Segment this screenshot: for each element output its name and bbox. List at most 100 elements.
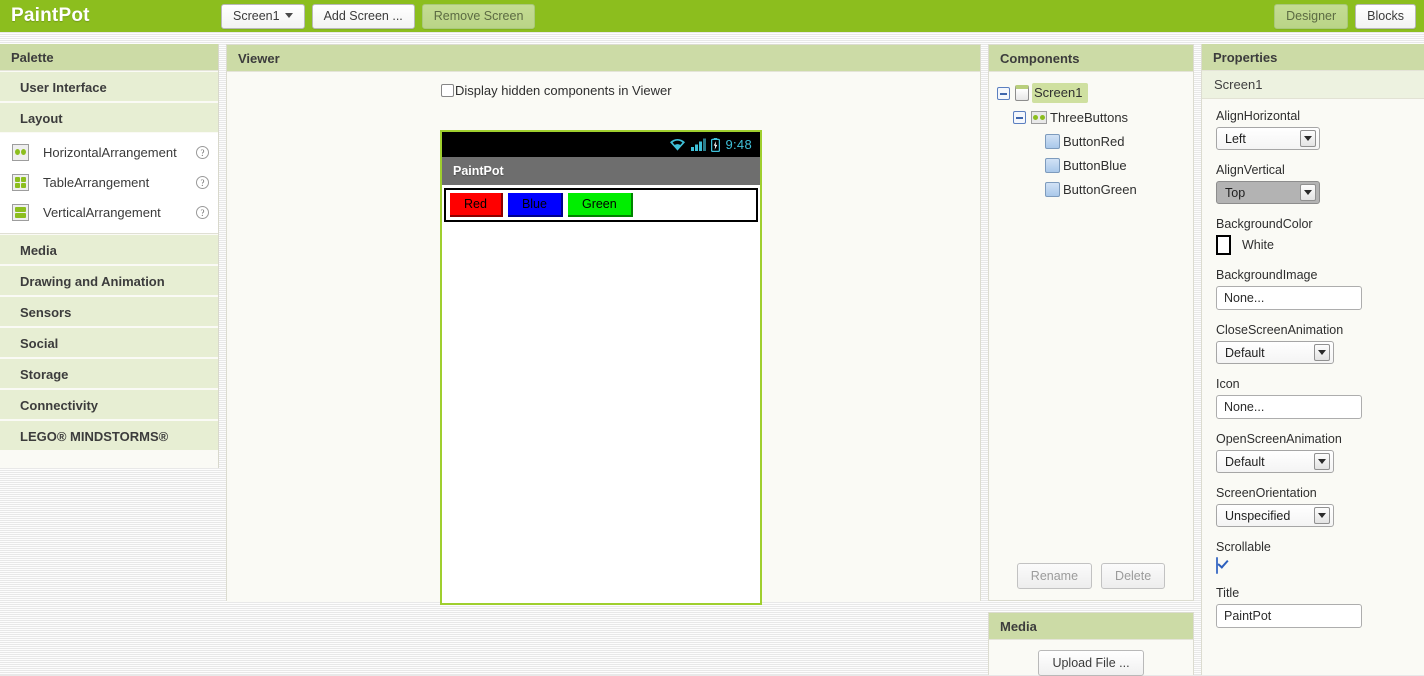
tree-node-label[interactable]: ThreeButtons bbox=[1050, 110, 1128, 125]
property-label: CloseScreenAnimation bbox=[1216, 323, 1344, 337]
mock-button-blue[interactable]: Blue bbox=[507, 193, 563, 217]
property-icon: Icon None... bbox=[1216, 377, 1410, 419]
property-label: BackgroundImage bbox=[1216, 268, 1318, 282]
horizontal-arrangement-icon bbox=[12, 143, 29, 161]
palette-item-label: TableArrangement bbox=[43, 174, 150, 190]
mock-button-red[interactable]: Red bbox=[450, 193, 503, 217]
property-alignvertical: AlignVertical Top bbox=[1216, 163, 1410, 204]
backgroundcolor-picker[interactable]: White bbox=[1216, 235, 1410, 255]
phone-status-time: 9:48 bbox=[725, 137, 752, 152]
property-label: BackgroundColor bbox=[1216, 217, 1313, 231]
button-icon bbox=[1045, 157, 1060, 173]
property-label: AlignVertical bbox=[1216, 163, 1285, 177]
collapse-icon[interactable] bbox=[997, 86, 1010, 100]
property-scrollable: Scrollable bbox=[1216, 540, 1410, 574]
palette-category-social[interactable]: Social bbox=[0, 327, 218, 358]
alignhorizontal-value: Left bbox=[1225, 131, 1246, 146]
palette-category-media[interactable]: Media bbox=[0, 234, 218, 265]
property-label: AlignHorizontal bbox=[1216, 109, 1301, 123]
tree-node-buttongreen[interactable]: ButtonGreen bbox=[997, 177, 1193, 201]
palette-category-storage[interactable]: Storage bbox=[0, 358, 218, 389]
palette-item-verticalarrangement[interactable]: VerticalArrangement ? bbox=[0, 197, 218, 227]
chevron-down-icon bbox=[1314, 453, 1330, 470]
property-title: Title PaintPot bbox=[1216, 586, 1410, 628]
alignvertical-select[interactable]: Top bbox=[1216, 181, 1320, 204]
phone-preview: 9:48 PaintPot Red Blue Green bbox=[440, 130, 762, 605]
chevron-down-icon bbox=[284, 12, 293, 18]
scrollable-checkbox[interactable] bbox=[1216, 557, 1218, 574]
wifi-icon bbox=[670, 139, 686, 151]
screen-selector-dropdown[interactable]: Screen1 bbox=[221, 3, 305, 29]
property-label: ScreenOrientation bbox=[1216, 486, 1317, 500]
palette-category-connectivity[interactable]: Connectivity bbox=[0, 389, 218, 420]
chevron-down-icon bbox=[1314, 344, 1330, 361]
app-title: PaintPot bbox=[11, 5, 90, 26]
palette-category-drawing-and-animation[interactable]: Drawing and Animation bbox=[0, 265, 218, 296]
rename-component-button[interactable]: Rename bbox=[1016, 563, 1093, 589]
components-header: Components bbox=[989, 45, 1193, 72]
backgroundcolor-value: White bbox=[1242, 238, 1274, 252]
closescreenanimation-select[interactable]: Default bbox=[1216, 341, 1334, 364]
mock-button-green[interactable]: Green bbox=[567, 193, 633, 217]
property-label: Icon bbox=[1216, 377, 1240, 391]
collapse-icon[interactable] bbox=[1013, 110, 1026, 124]
component-tree: Screen1 ThreeButtons ButtonRed ButtonBlu… bbox=[989, 72, 1193, 557]
battery-icon bbox=[711, 137, 721, 152]
tree-node-label[interactable]: ButtonRed bbox=[1063, 134, 1124, 149]
remove-screen-button[interactable]: Remove Screen bbox=[421, 3, 536, 29]
palette-category-sensors[interactable]: Sensors bbox=[0, 296, 218, 327]
palette-category-user-interface[interactable]: User Interface bbox=[0, 71, 218, 102]
tree-node-buttonblue[interactable]: ButtonBlue bbox=[997, 153, 1193, 177]
chevron-down-icon bbox=[1314, 507, 1330, 524]
property-backgroundimage: BackgroundImage None... bbox=[1216, 268, 1410, 310]
property-screenorientation: ScreenOrientation Unspecified bbox=[1216, 486, 1410, 527]
delete-component-button[interactable]: Delete bbox=[1101, 563, 1166, 589]
tree-node-label[interactable]: ButtonBlue bbox=[1063, 158, 1127, 173]
button-icon bbox=[1045, 133, 1060, 149]
viewer-panel: Viewer Display hidden components in View… bbox=[226, 44, 981, 605]
color-swatch[interactable] bbox=[1216, 235, 1231, 255]
designer-tab-button[interactable]: Designer bbox=[1274, 3, 1349, 29]
add-screen-button[interactable]: Add Screen ... bbox=[311, 3, 415, 29]
alignvertical-value: Top bbox=[1225, 185, 1246, 200]
palette-category-lego-mindstorms[interactable]: LEGO® MINDSTORMS® bbox=[0, 420, 218, 451]
tree-node-label[interactable]: Screen1 bbox=[1032, 83, 1089, 103]
components-panel: Components Screen1 ThreeButtons ButtonRe… bbox=[988, 44, 1194, 601]
help-icon[interactable]: ? bbox=[196, 145, 209, 159]
property-backgroundcolor: BackgroundColor White bbox=[1216, 217, 1410, 255]
palette-category-layout[interactable]: Layout bbox=[0, 102, 218, 133]
screenorientation-select[interactable]: Unspecified bbox=[1216, 504, 1334, 527]
help-icon[interactable]: ? bbox=[196, 175, 209, 189]
tree-node-threebuttons[interactable]: ThreeButtons bbox=[997, 105, 1193, 129]
alignhorizontal-select[interactable]: Left bbox=[1216, 127, 1320, 150]
help-icon[interactable]: ? bbox=[196, 205, 209, 219]
table-arrangement-icon bbox=[12, 173, 29, 191]
property-label: Scrollable bbox=[1216, 540, 1271, 554]
tree-node-label[interactable]: ButtonGreen bbox=[1063, 182, 1137, 197]
screen-selector-label: Screen1 bbox=[233, 8, 280, 23]
properties-panel: Properties Screen1 AlignHorizontal Left … bbox=[1201, 44, 1424, 675]
property-alignhorizontal: AlignHorizontal Left bbox=[1216, 109, 1410, 150]
upload-file-button[interactable]: Upload File ... bbox=[1038, 650, 1144, 676]
tree-node-screen1[interactable]: Screen1 bbox=[997, 81, 1193, 105]
icon-field[interactable]: None... bbox=[1216, 395, 1362, 419]
blocks-tab-button[interactable]: Blocks bbox=[1355, 3, 1416, 29]
properties-header: Properties bbox=[1202, 44, 1424, 71]
tree-node-buttonred[interactable]: ButtonRed bbox=[997, 129, 1193, 153]
screen-icon bbox=[1015, 85, 1029, 101]
openscreenanimation-select[interactable]: Default bbox=[1216, 450, 1334, 473]
display-hidden-components-checkbox[interactable] bbox=[441, 84, 454, 97]
palette-layout-items: HorizontalArrangement ? TableArrangement… bbox=[0, 133, 218, 234]
openscreenanimation-value: Default bbox=[1225, 454, 1265, 469]
top-bar: PaintPot Screen1 Add Screen ... Remove S… bbox=[0, 0, 1424, 32]
palette-item-tablearrangement[interactable]: TableArrangement ? bbox=[0, 167, 218, 197]
threebuttons-arrangement[interactable]: Red Blue Green bbox=[444, 188, 758, 222]
title-field[interactable]: PaintPot bbox=[1216, 604, 1362, 628]
property-openscreenanimation: OpenScreenAnimation Default bbox=[1216, 432, 1410, 473]
display-hidden-components-row[interactable]: Display hidden components in Viewer bbox=[441, 83, 672, 98]
view-toggle-group: Designer Blocks bbox=[1267, 0, 1416, 32]
palette-item-horizontalarrangement[interactable]: HorizontalArrangement ? bbox=[0, 137, 218, 167]
backgroundimage-field[interactable]: None... bbox=[1216, 286, 1362, 310]
display-hidden-components-label: Display hidden components in Viewer bbox=[455, 83, 672, 98]
button-icon bbox=[1045, 181, 1060, 197]
